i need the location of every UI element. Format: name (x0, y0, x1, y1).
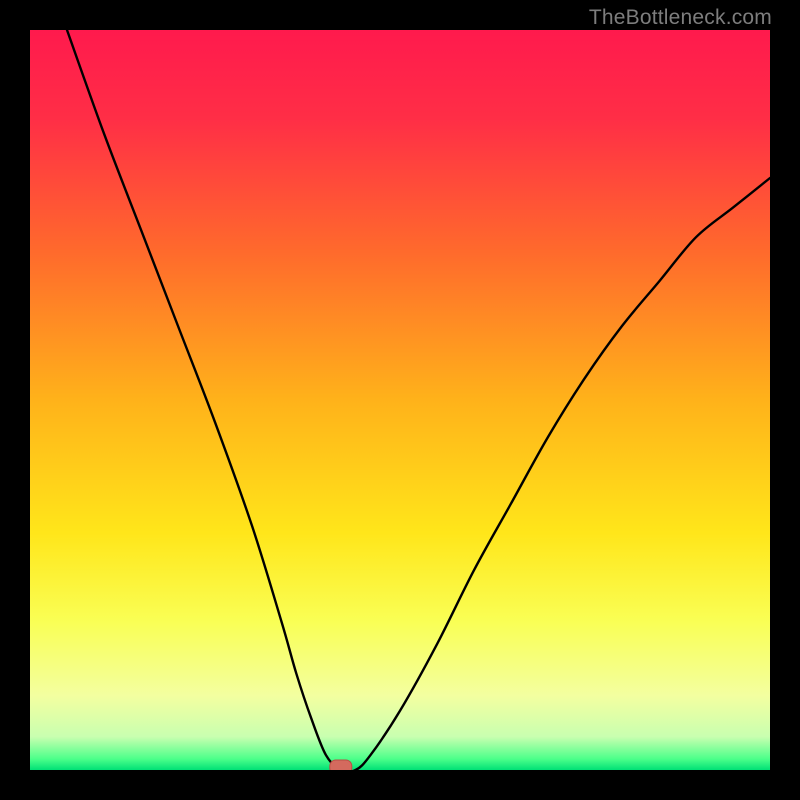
outer-frame: TheBottleneck.com (0, 0, 800, 800)
optimum-marker (330, 760, 352, 770)
bottleneck-chart (30, 30, 770, 770)
plot-area (30, 30, 770, 770)
gradient-background (30, 30, 770, 770)
watermark-text: TheBottleneck.com (589, 6, 772, 30)
